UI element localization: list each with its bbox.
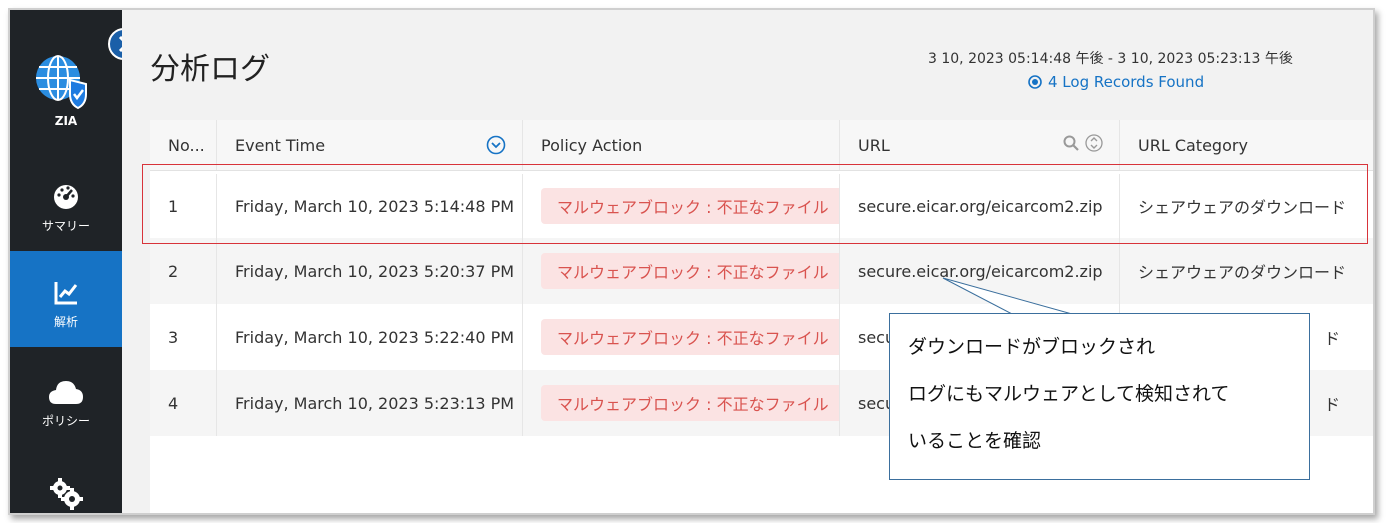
date-range[interactable]: 3 10, 2023 05:14:48 午後 - 3 10, 2023 05:2… [928,48,1293,68]
records-found-label: 4 Log Records Found [1048,73,1205,91]
sidebar-item-analytics[interactable]: 解析 [10,251,122,347]
table-row[interactable]: 2 Friday, March 10, 2023 5:20:37 PM マルウェ… [150,238,1373,304]
cell-no: 2 [150,238,217,304]
column-header-url-category[interactable]: URL Category [1120,120,1373,170]
column-label: URL [858,135,890,155]
category-text: ド [1323,329,1340,348]
sidebar: ZIA サマリー 解析 ポリシー [10,10,122,513]
column-header-no[interactable]: No... [150,120,217,170]
sort-down-icon[interactable] [486,135,506,155]
settings-gears-icon [50,478,83,510]
status-badge: マルウェアブロック : 不正なファイル [541,319,839,355]
cell-event-time: Friday, March 10, 2023 5:20:37 PM [217,238,523,304]
column-label: Event Time [235,135,326,155]
sidebar-item-policy[interactable]: ポリシー [10,350,122,446]
sidebar-item-label: ポリシー [41,414,90,428]
annotation-callout: ダウンロードがブロックされ ログにもマルウェアとして検知されて いることを確認 [889,313,1310,480]
sort-icon[interactable] [1085,134,1103,152]
cell-policy-action: マルウェアブロック : 不正なファイル [523,238,840,304]
callout-line: ダウンロードがブロックされ [908,336,1156,358]
status-badge: マルウェアブロック : 不正なファイル [541,385,839,421]
sidebar-item-label: サマリー [41,219,90,233]
callout-line: いることを確認 [908,430,1042,452]
cell-policy-action: マルウェアブロック : 不正なファイル [523,304,840,370]
cell-url-category: シェアウェアのダウンロード [1138,263,1347,282]
highlight-box [142,164,1368,244]
zia-logo-icon [36,55,87,110]
dashboard-gauge-icon [54,185,78,209]
cloud-icon [49,381,83,404]
cell-event-time: Friday, March 10, 2023 5:23:13 PM [217,370,523,436]
cell-no: 4 [150,370,217,436]
status-badge: マルウェアブロック : 不正なファイル [541,253,839,289]
cell-event-time: Friday, March 10, 2023 5:22:40 PM [217,304,523,370]
category-text: ド [1323,395,1340,414]
sidebar-item-settings[interactable] [10,450,122,513]
page-title: 分析ログ [150,52,270,87]
sidebar-item-summary[interactable]: サマリー [10,155,122,251]
callout-line: ログにもマルウェアとして検知されて [908,383,1230,405]
search-icon[interactable] [1063,135,1079,151]
cell-url[interactable]: secure.eicar.org/eicarcom2.zip [840,238,1120,304]
brand-label: ZIA [54,114,78,128]
sidebar-item-label: 解析 [53,315,78,329]
records-found: 4 Log Records Found [1028,73,1204,91]
column-header-url[interactable]: URL [840,120,1120,170]
analytics-chart-icon [54,282,78,305]
cell-no: 3 [150,304,217,370]
column-header-event-time[interactable]: Event Time [217,120,523,170]
column-header-policy-action[interactable]: Policy Action [523,120,840,170]
radio-dot-icon [1028,75,1042,89]
cell-policy-action: マルウェアブロック : 不正なファイル [523,370,840,436]
